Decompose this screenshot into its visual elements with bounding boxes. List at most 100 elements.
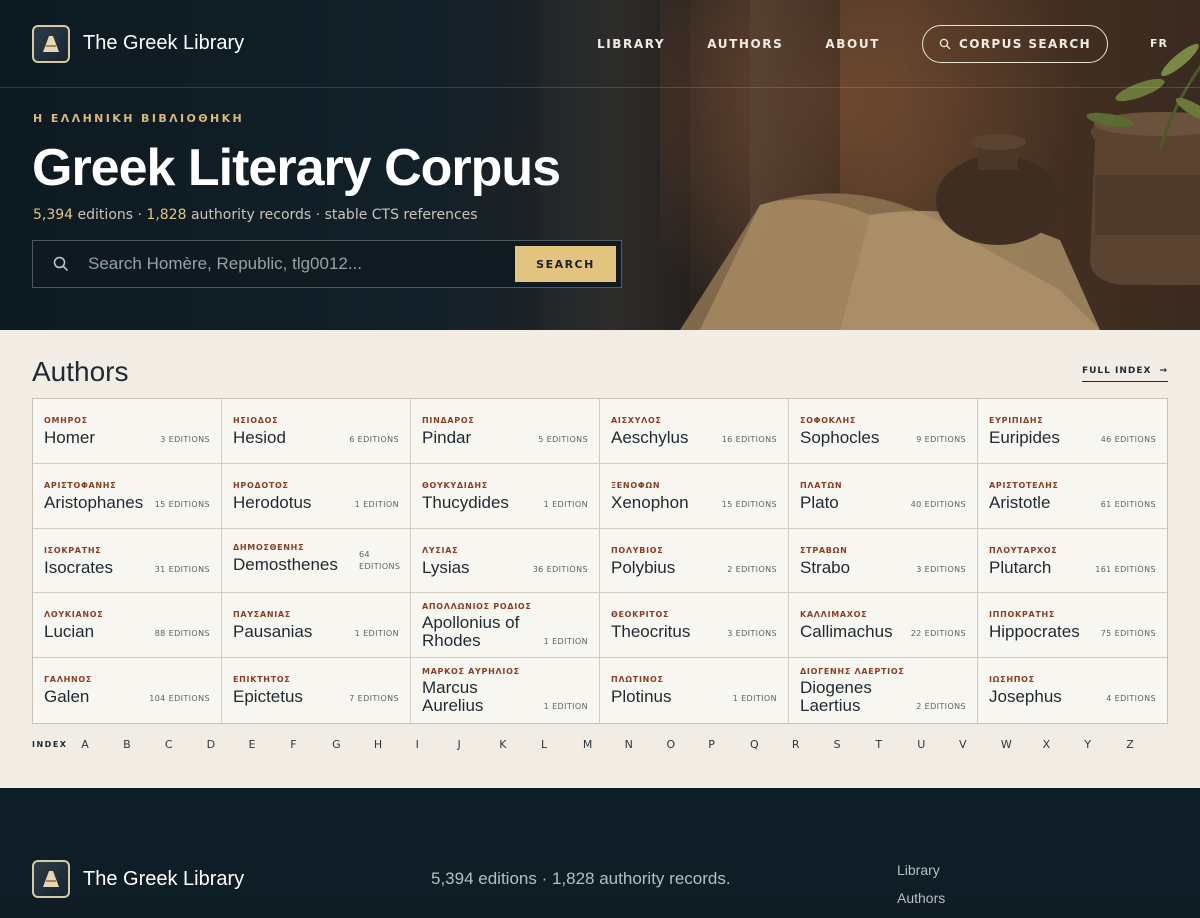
author-edition-count: 15 EDITIONS: [154, 499, 210, 509]
index-letter[interactable]: R: [792, 738, 834, 751]
author-card[interactable]: ΕΥΡΙΠΙΔΗΣ Euripides 46 EDITIONS: [978, 399, 1167, 464]
index-letter[interactable]: V: [959, 738, 1001, 751]
index-letter[interactable]: E: [248, 738, 290, 751]
index-letter[interactable]: T: [875, 738, 917, 751]
author-greek-name: ΑΡΙΣΤΟΤΕΛΗΣ: [989, 480, 1059, 490]
corpus-search-button[interactable]: CORPUS SEARCH: [921, 24, 1109, 63]
author-card[interactable]: ΙΠΠΟΚΡΑΤΗΣ Hippocrates 75 EDITIONS: [978, 593, 1167, 659]
author-name: Aristotle: [989, 492, 1051, 512]
full-index-label: FULL INDEX: [1081, 366, 1152, 376]
author-card[interactable]: ΠΙΝΔΑΡΟΣ Pindar 5 EDITIONS: [411, 399, 600, 464]
language-toggle[interactable]: FR: [1150, 37, 1168, 50]
author-card[interactable]: ΑΠΟΛΛΩΝΙΟΣ ΡΟΔΙΟΣ Apollonius of Rhodes 1 E…: [411, 593, 600, 659]
author-card[interactable]: ΛΥΣΙΑΣ Lysias 36 EDITIONS: [411, 528, 600, 594]
index-letter[interactable]: D: [207, 738, 249, 751]
author-name: Aeschylus: [611, 428, 689, 447]
index-letter[interactable]: M: [583, 738, 625, 751]
author-card[interactable]: ΚΑΛΛΙΜΑΧΟΣ Callimachus 22 EDITIONS: [789, 593, 978, 659]
author-card[interactable]: ΗΣΙΟΔΟΣ Hesiod 6 EDITIONS: [222, 399, 411, 464]
author-card[interactable]: ΠΛΟΥΤΑΡΧΟΣ Plutarch 161 EDITIONS: [978, 529, 1167, 594]
author-greek-name: ΕΠΙΚΤΗΤΟΣ: [233, 675, 291, 685]
index-letter[interactable]: K: [499, 738, 541, 751]
author-edition-count: 22 EDITIONS: [910, 629, 966, 639]
records-label: authority records · stable CTS reference…: [186, 207, 478, 223]
index-letter[interactable]: A: [81, 738, 123, 751]
author-card[interactable]: ΠΑΥΣΑΝΙΑΣ Pausanias 1 EDITION: [222, 593, 411, 659]
arrow-right-icon: →: [1159, 366, 1168, 376]
author-card[interactable]: ΣΤΡΑΒΩΝ Strabo 3 EDITIONS: [789, 528, 978, 594]
author-card[interactable]: ΑΡΙΣΤΟΦΑΝΗΣ Aristophanes 15 EDITIONS: [33, 463, 222, 529]
index-letter[interactable]: C: [165, 738, 207, 751]
author-card[interactable]: ΘΕΟΚΡΙΤΟΣ Theocritus 3 EDITIONS: [600, 593, 789, 659]
author-card[interactable]: ΣΟΦΟΚΛΗΣ Sophocles 9 EDITIONS: [789, 399, 978, 464]
author-edition-count: 1 EDITION: [543, 702, 588, 712]
author-name: Theocritus: [611, 622, 691, 642]
index-letter[interactable]: U: [917, 738, 959, 751]
author-card[interactable]: ΓΑΛΗΝΟΣ Galen 104 EDITIONS: [33, 658, 222, 723]
index-letter[interactable]: L: [541, 738, 583, 751]
author-card[interactable]: ΟΜΗΡΟΣ Homer 3 EDITIONS: [33, 399, 222, 464]
author-name: Diogenes Laertius: [800, 678, 872, 716]
footer-links: Library Authors: [897, 862, 945, 918]
author-greek-name: ΙΣΟΚΡΑΤΗΣ: [44, 545, 102, 555]
search-button[interactable]: SEARCH: [515, 246, 616, 282]
search-icon: [939, 38, 951, 49]
index-letter[interactable]: O: [666, 738, 708, 751]
author-card[interactable]: ΔΙΟΓΕΝΗΣ ΛΑΕΡΤΙΟΣ Diogenes Laertius 2 EDIT…: [789, 658, 978, 723]
author-edition-count: 36 EDITIONS: [532, 564, 588, 574]
author-name: Pindar: [422, 428, 472, 447]
index-letter[interactable]: F: [290, 738, 332, 751]
index-letter[interactable]: I: [416, 738, 458, 751]
index-letter[interactable]: Q: [750, 738, 792, 751]
author-card[interactable]: ΙΩΣΗΠΟΣ Josephus 4 EDITIONS: [978, 658, 1167, 723]
search-bar: SEARCH: [32, 240, 622, 288]
author-edition-count: 4 EDITIONS: [1106, 694, 1156, 704]
author-greek-name: ΣΟΦΟΚΛΗΣ: [800, 416, 857, 425]
index-letter[interactable]: H: [374, 738, 416, 751]
index-letter[interactable]: Y: [1084, 738, 1126, 751]
index-letter[interactable]: Z: [1126, 738, 1168, 751]
author-name: Callimachus: [800, 622, 893, 642]
author-card[interactable]: ΠΟΛΥΒΙΟΣ Polybius 2 EDITIONS: [600, 528, 789, 594]
author-edition-count: 31 EDITIONS: [154, 564, 210, 574]
index-letter[interactable]: G: [332, 738, 374, 751]
author-edition-count: 15 EDITIONS: [721, 499, 777, 509]
nav-library[interactable]: LIBRARY: [597, 37, 665, 51]
footer: The Greek Library 5,394 editions · 1,828…: [0, 788, 1200, 906]
index-letter[interactable]: B: [123, 738, 165, 751]
author-card[interactable]: ΠΛΑΤΩΝ Plato 40 EDITIONS: [789, 463, 978, 529]
authors-grid: ΟΜΗΡΟΣ Homer 3 EDITIONS ΗΣΙΟΔΟΣ Hesiod 6 EDIT…: [32, 398, 1168, 724]
author-greek-name: ΣΤΡΑΒΩΝ: [800, 545, 848, 555]
author-name: Epictetus: [233, 687, 303, 707]
author-greek-name: ΑΙΣΧΥΛΟΣ: [611, 416, 662, 425]
author-card[interactable]: ΠΛΩΤΙΝΟΣ Plotinus 1 EDITION: [600, 658, 789, 723]
author-card[interactable]: ΙΣΟΚΡΑΤΗΣ Isocrates 31 EDITIONS: [33, 528, 222, 594]
index-letter[interactable]: J: [457, 738, 499, 751]
author-card[interactable]: ΔΗΜΟΣΘΕΝΗΣ Demosthenes 64 EDITIONS: [222, 528, 411, 594]
author-card[interactable]: ΑΡΙΣΤΟΤΕΛΗΣ Aristotle 61 EDITIONS: [978, 464, 1167, 529]
author-greek-name: ΚΑΛΛΙΜΑΧΟΣ: [800, 610, 868, 620]
nav-authors[interactable]: AUTHORS: [707, 37, 783, 51]
index-letter[interactable]: P: [708, 738, 750, 751]
footer-stats: 5,394 editions · 1,828 authority records…: [431, 869, 731, 888]
author-card[interactable]: ΘΟΥΚΥΔΙΔΗΣ Thucydides 1 EDITION: [411, 463, 600, 529]
footer-brand[interactable]: The Greek Library: [32, 860, 244, 898]
brand[interactable]: The Greek Library: [32, 24, 244, 63]
index-letter[interactable]: X: [1043, 738, 1085, 751]
author-card[interactable]: ΑΙΣΧΥΛΟΣ Aeschylus 16 EDITIONS: [600, 399, 789, 464]
footer-link-library[interactable]: Library: [897, 862, 945, 878]
index-letter[interactable]: W: [1001, 738, 1043, 751]
author-edition-count: 2 EDITIONS: [916, 702, 966, 712]
full-index-link[interactable]: FULL INDEX →: [1081, 366, 1168, 382]
search-input[interactable]: [88, 254, 515, 274]
author-card[interactable]: ΞΕΝΟΦΩΝ Xenophon 15 EDITIONS: [600, 463, 789, 529]
author-card[interactable]: ΗΡΟΔΟΤΟΣ Herodotus 1 EDITION: [222, 463, 411, 529]
footer-link-authors[interactable]: Authors: [897, 890, 945, 906]
author-card[interactable]: ΜΑΡΚΟΣ ΑΥΡΗΛΙΟΣ Marcus Aurelius 1 EDITION: [411, 658, 600, 723]
nav-about[interactable]: ABOUT: [825, 37, 880, 51]
author-card[interactable]: ΕΠΙΚΤΗΤΟΣ Epictetus 7 EDITIONS: [222, 658, 411, 723]
index-letter[interactable]: N: [625, 738, 667, 751]
index-letter[interactable]: S: [834, 738, 876, 751]
author-card[interactable]: ΛΟΥΚΙΑΝΟΣ Lucian 88 EDITIONS: [33, 593, 222, 659]
author-edition-count: 1 EDITION: [354, 499, 399, 509]
